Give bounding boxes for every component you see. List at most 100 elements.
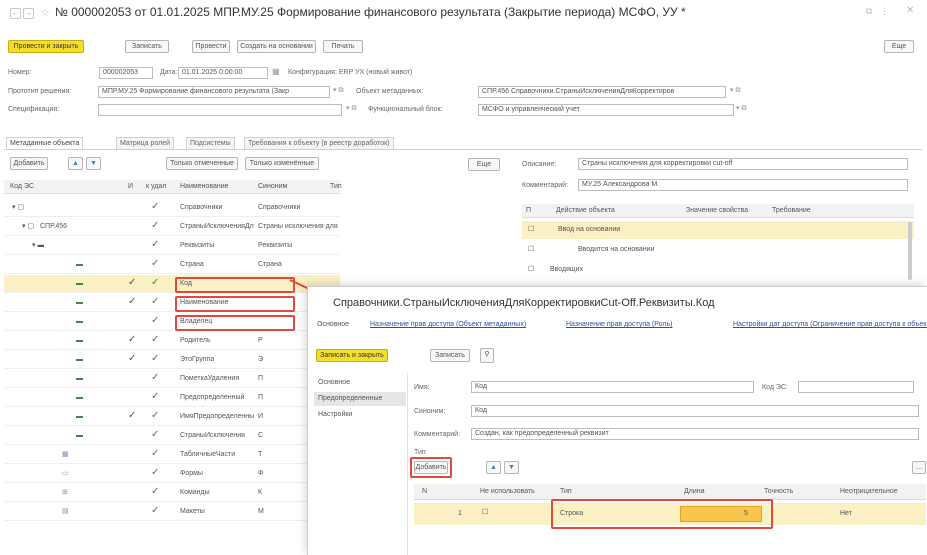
close-icon[interactable]: ✕ bbox=[906, 5, 914, 16]
func-dropdown-icon[interactable]: ▾ ⧉ bbox=[736, 104, 746, 113]
checkbox-icon[interactable]: ✓ bbox=[151, 449, 159, 459]
left-add-button[interactable]: Добавить bbox=[10, 157, 48, 170]
checkbox-icon[interactable]: ✓ bbox=[151, 354, 159, 364]
table-row[interactable]: ✓ ✓ ЭтоГруппа Э bbox=[4, 351, 340, 369]
dialog-save-button[interactable]: Записать bbox=[430, 349, 470, 362]
comment-field[interactable]: МУ.25 Александрова М. bbox=[578, 179, 908, 191]
checkbox-icon[interactable]: ✓ bbox=[151, 221, 159, 231]
checkbox-icon[interactable]: ✓ bbox=[151, 487, 159, 497]
mark-icon[interactable]: ✓ bbox=[128, 354, 136, 364]
right-more-button[interactable]: Еще bbox=[468, 158, 500, 171]
nav-back-icon[interactable]: ← bbox=[10, 8, 21, 19]
object-field[interactable]: СПР.456 Справочники.СтраныИсключенияДляК… bbox=[478, 86, 726, 98]
tab-metadata[interactable]: Метаданные объекта bbox=[6, 137, 84, 149]
only-checked-button[interactable]: Только отмеченные bbox=[166, 157, 238, 170]
checkbox-icon[interactable]: ✓ bbox=[151, 506, 159, 516]
dialog-name-field[interactable]: Код bbox=[471, 381, 754, 393]
link-icon[interactable]: ⧉ bbox=[866, 6, 872, 17]
date-field[interactable]: 01.01.2025 0:00:00 bbox=[178, 67, 268, 79]
right-scrollbar[interactable] bbox=[908, 222, 912, 280]
dialog-comment-field[interactable]: Создан, как предопределенный реквизит bbox=[471, 428, 919, 440]
tab-subsystems[interactable]: Подсистемы bbox=[186, 137, 235, 149]
nav-forward-icon[interactable]: → bbox=[23, 8, 34, 19]
dialog-link-object-rights[interactable]: Назначение прав доступа (Объект метаданн… bbox=[370, 320, 526, 330]
tree-toggle-icon[interactable]: ▾ ▢ bbox=[22, 222, 34, 232]
dialog-link-date-settings[interactable]: Настройки дат доступа (Ограничение прав … bbox=[733, 320, 927, 330]
mark-icon[interactable]: ✓ bbox=[128, 335, 136, 345]
table-row[interactable]: ✓ ПометкаУдаления П bbox=[4, 370, 340, 388]
create-based-button[interactable]: Создать на основании bbox=[237, 40, 316, 53]
tree-toggle-icon[interactable]: ▾ ▢ bbox=[12, 203, 24, 213]
tab-requirements[interactable]: Требования к объекту (в реестр доработок… bbox=[244, 137, 394, 149]
checkbox-icon[interactable]: ✓ bbox=[151, 202, 159, 212]
checkbox-icon[interactable]: ✓ bbox=[151, 411, 159, 421]
checkbox-icon[interactable]: ✓ bbox=[151, 430, 159, 440]
table-row[interactable]: ▾ ▢ ✓ Справочники Справочники bbox=[4, 199, 340, 217]
number-field[interactable]: 000002053 bbox=[99, 67, 153, 79]
dialog-search-button[interactable]: ⚲ bbox=[480, 348, 494, 363]
dialog-es-field[interactable] bbox=[798, 381, 914, 393]
checkbox-icon[interactable]: ✓ bbox=[151, 297, 159, 307]
dialog-link-role-rights[interactable]: Назначение прав доступа (Роль) bbox=[566, 320, 672, 330]
tab-roles[interactable]: Матрица ролей bbox=[116, 137, 175, 149]
save-button[interactable]: Записать bbox=[125, 40, 169, 53]
dialog-more-button[interactable]: … bbox=[912, 461, 926, 474]
process-field[interactable]: МПР.МУ.25 Формирование финансового резул… bbox=[98, 86, 330, 98]
row-checkbox[interactable]: ☐ bbox=[528, 245, 534, 255]
table-row[interactable]: ▤ ✓ Макеты М bbox=[4, 503, 340, 521]
mark-icon[interactable]: ✓ bbox=[128, 411, 136, 421]
dialog-down-button[interactable]: ▼ bbox=[504, 461, 519, 474]
checkbox-icon[interactable]: ✓ bbox=[151, 335, 159, 345]
checkbox-icon[interactable]: ✓ bbox=[151, 392, 159, 402]
sidebar-item-main[interactable]: Основное bbox=[314, 376, 406, 390]
table-row[interactable]: ✓ ✓ ИмяПредопределенных... И bbox=[4, 408, 340, 426]
process-dropdown-icon[interactable]: ▾ ⧉ bbox=[333, 86, 343, 95]
tree-toggle-icon[interactable]: ▾ ▬ bbox=[32, 241, 44, 251]
dialog-up-button[interactable]: ▲ bbox=[486, 461, 501, 474]
move-down-button[interactable]: ▼ bbox=[86, 157, 101, 170]
table-row[interactable]: ✓ СтраныИсключения С bbox=[4, 427, 340, 445]
table-row[interactable]: ▾ ▬ ✓ Реквизиты Реквизиты bbox=[4, 237, 340, 255]
not-use-checkbox[interactable]: ☐ bbox=[482, 508, 488, 518]
requirements-row[interactable]: ☐ Вводится на основании bbox=[522, 241, 914, 259]
dialog-tab-main[interactable]: Основное bbox=[317, 320, 349, 330]
mark-icon[interactable]: ✓ bbox=[128, 278, 136, 288]
requirements-row[interactable]: ☐ Ввод на основании bbox=[522, 221, 914, 239]
sidebar-item-settings[interactable]: Настройки bbox=[314, 408, 406, 422]
description-field[interactable]: Страны исключения для корректировки cut-… bbox=[578, 158, 908, 170]
func-field[interactable]: МСФО и управленческий учет bbox=[478, 104, 734, 116]
checkbox-icon[interactable]: ✓ bbox=[151, 278, 159, 288]
checkbox-icon[interactable]: ✓ bbox=[151, 468, 159, 478]
more-icon[interactable]: ⋮ bbox=[880, 6, 889, 17]
row-checkbox[interactable]: ☐ bbox=[528, 265, 534, 275]
checkbox-icon[interactable]: ✓ bbox=[151, 240, 159, 250]
calendar-icon[interactable]: ▦ bbox=[272, 67, 280, 76]
table-row[interactable]: ▦ ✓ ТабличныеЧасти Т bbox=[4, 446, 340, 464]
dialog-synonym-field[interactable]: Код bbox=[471, 405, 919, 417]
row-checkbox[interactable]: ☐ bbox=[528, 225, 534, 235]
post-button[interactable]: Провести bbox=[192, 40, 230, 53]
favorite-star-icon[interactable]: ☆ bbox=[40, 6, 50, 19]
checkbox-icon[interactable]: ✓ bbox=[151, 316, 159, 326]
func-label: Функциональный блок: bbox=[368, 106, 443, 113]
object-dropdown-icon[interactable]: ▾ ⧉ bbox=[730, 86, 740, 95]
table-row[interactable]: ✓ Страна Страна bbox=[4, 256, 340, 274]
table-row[interactable]: ▾ ▢ СПР.456 ✓ СтраныИсключенияДля... Стр… bbox=[4, 218, 340, 236]
requirements-row[interactable]: ☐ Вводящих bbox=[522, 261, 914, 279]
table-row[interactable]: ✓ ✓ Родитель Р bbox=[4, 332, 340, 350]
table-row[interactable]: ▭ ✓ Формы Ф bbox=[4, 465, 340, 483]
sidebar-item-predefined[interactable]: Предопределенные bbox=[314, 392, 406, 406]
spec-field[interactable] bbox=[98, 104, 342, 116]
more-button[interactable]: Еще bbox=[884, 40, 914, 53]
checkbox-icon[interactable]: ✓ bbox=[151, 373, 159, 383]
post-and-close-button[interactable]: Провести и закрыть bbox=[8, 40, 84, 53]
table-row[interactable]: ✓ Предопределенный П bbox=[4, 389, 340, 407]
mark-icon[interactable]: ✓ bbox=[128, 297, 136, 307]
table-row[interactable]: ⊞ ✓ Команды К bbox=[4, 484, 340, 502]
dialog-save-close-button[interactable]: Записать и закрыть bbox=[316, 349, 388, 362]
spec-dropdown-icon[interactable]: ▾ ⧉ bbox=[346, 104, 356, 113]
move-up-button[interactable]: ▲ bbox=[68, 157, 83, 170]
checkbox-icon[interactable]: ✓ bbox=[151, 259, 159, 269]
only-changed-button[interactable]: Только изменённые bbox=[245, 157, 319, 170]
print-button[interactable]: Печать bbox=[323, 40, 363, 53]
